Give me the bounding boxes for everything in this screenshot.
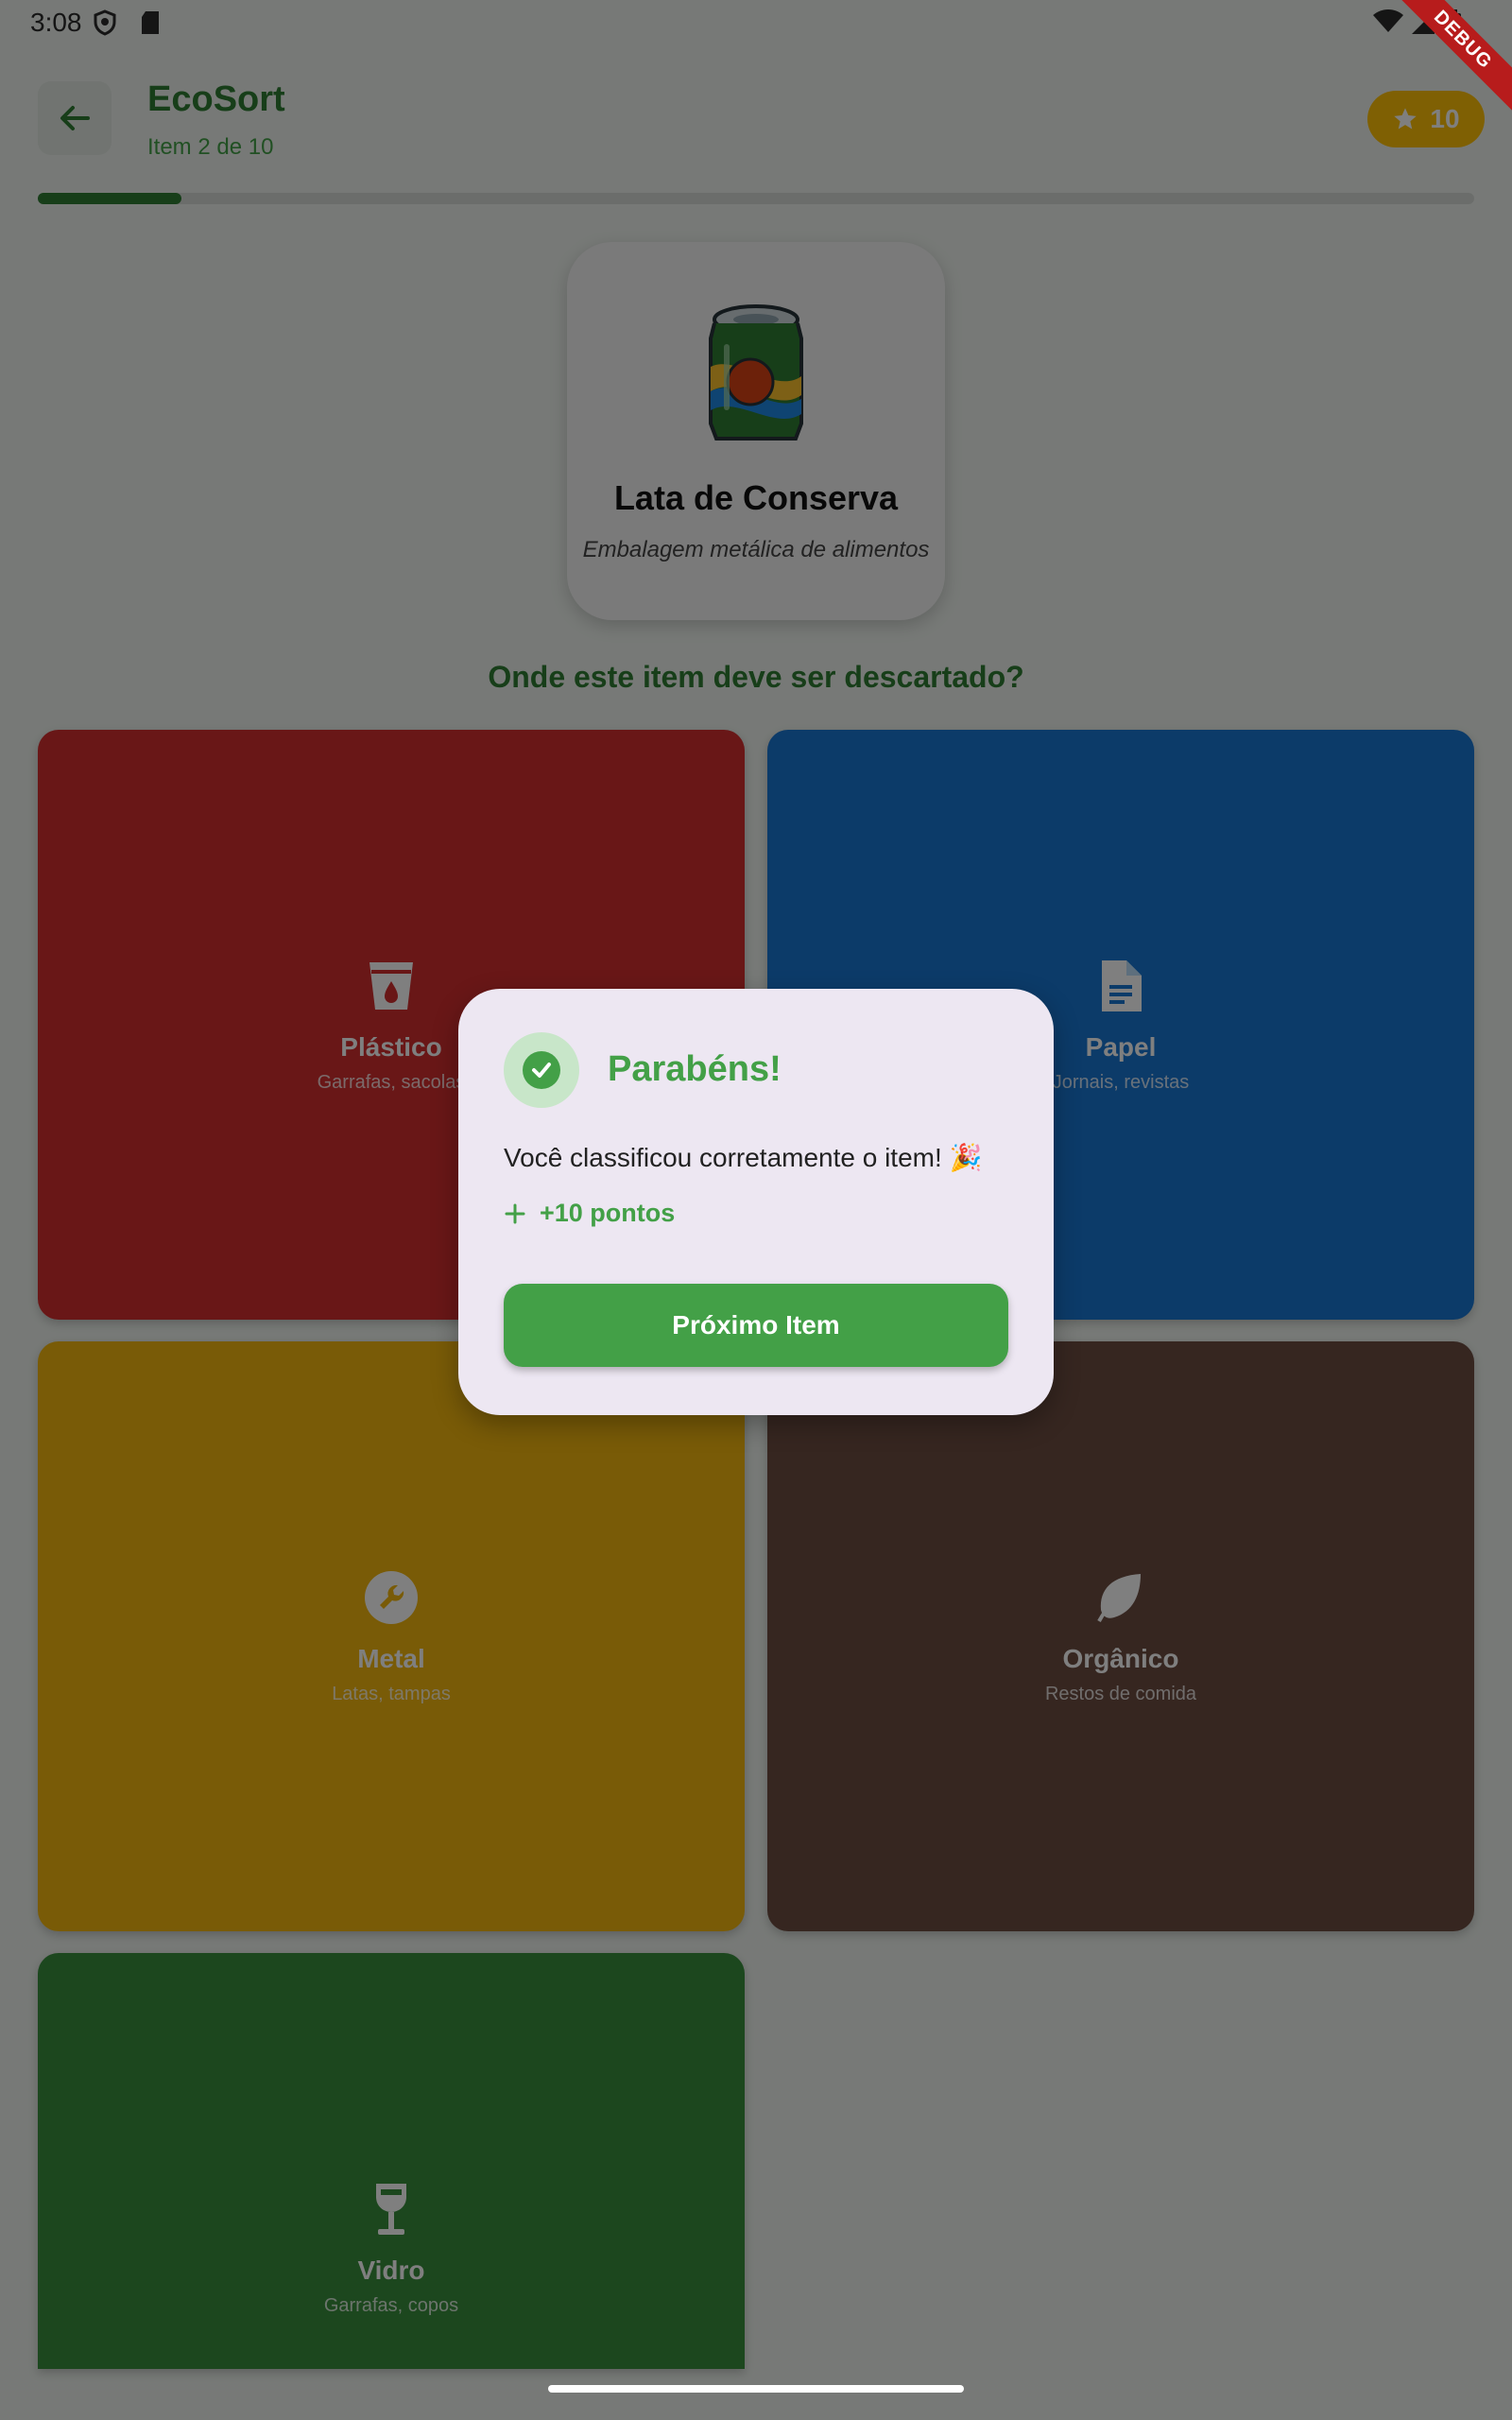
gesture-nav-handle[interactable] bbox=[548, 2385, 964, 2393]
check-icon bbox=[532, 1063, 551, 1078]
check-circle-icon bbox=[504, 1032, 579, 1108]
plus-icon bbox=[505, 1203, 525, 1223]
points-earned: +10 pontos bbox=[504, 1199, 675, 1228]
success-dialog: Parabéns! Você classificou corretamente … bbox=[458, 989, 1054, 1415]
game-screen: 3:08 EcoSort Item 2 de 10 10 bbox=[0, 0, 1512, 2420]
next-item-button[interactable]: Próximo Item bbox=[504, 1284, 1008, 1367]
dialog-message: Você classificou corretamente o item! 🎉 bbox=[504, 1143, 983, 1172]
dialog-title: Parabéns! bbox=[608, 1049, 782, 1089]
points-label: +10 pontos bbox=[540, 1199, 676, 1227]
